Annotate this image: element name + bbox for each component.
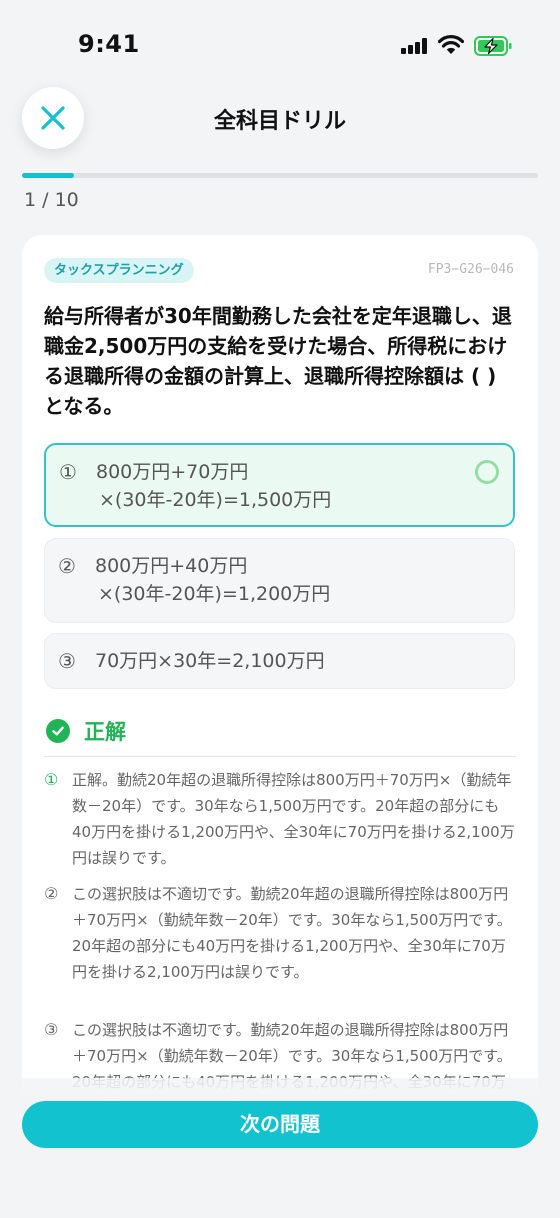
option-line1: 800万円+40万円	[95, 555, 248, 577]
option-line1: 800万円+70万円	[96, 461, 249, 483]
question-card: タックスプランニング FP3−G26−046 給与所得者が30年間勤務した会社を…	[22, 235, 538, 1218]
page-title: 全科目ドリル	[213, 109, 346, 134]
explanation-number: ②	[44, 884, 59, 903]
option-number: ①	[59, 460, 77, 484]
option-2[interactable]: ② 800万円+40万円 ×(30年-20年)=1,200万円	[44, 538, 515, 623]
option-number: ③	[58, 649, 76, 673]
option-text: 800万円+70万円 ×(30年-20年)=1,500万円	[96, 458, 476, 514]
option-text: 70万円×30年=2,100万円	[95, 647, 475, 675]
progress-bar-fill	[22, 173, 74, 178]
option-line2: ×(30年-20年)=1,200万円	[98, 583, 331, 605]
explanation-text: この選択肢は不適切です。勤続20年超の退職所得控除は800万円＋70万円×（勤続…	[72, 885, 512, 981]
explanation-text: 正解。勤続20年超の退職所得控除は800万円＋70万円×（勤続年数－20年）です…	[72, 771, 515, 867]
check-icon	[46, 719, 70, 743]
explanation-number: ③	[44, 1020, 59, 1039]
option-text: 800万円+40万円 ×(30年-20年)=1,200万円	[95, 552, 475, 608]
explanation-number: ①	[44, 770, 59, 789]
next-question-button[interactable]: 次の問題	[22, 1101, 538, 1148]
cellular-signal-icon	[401, 38, 431, 54]
wifi-icon	[438, 35, 464, 54]
question-code: FP3−G26−046	[427, 262, 514, 277]
option-1[interactable]: ① 800万円+70万円 ×(30年-20年)=1,500万円	[44, 443, 515, 527]
status-time: 9:41	[78, 30, 140, 58]
divider	[44, 756, 516, 757]
explanation-1: ① 正解。勤続20年超の退職所得控除は800万円＋70万円×（勤続年数－20年）…	[44, 767, 518, 871]
result-indicator: 正解	[46, 716, 126, 746]
option-3[interactable]: ③ 70万円×30年=2,100万円	[44, 633, 515, 689]
progress-count: 1 / 10	[24, 189, 79, 211]
selected-radio-icon	[475, 460, 499, 484]
result-label: 正解	[84, 720, 126, 744]
bottom-bar	[0, 1078, 560, 1218]
subject-tag: タックスプランニング	[44, 258, 194, 283]
status-bar: 9:41	[0, 0, 560, 90]
question-text: 給与所得者が30年間勤務した会社を定年退職し、退職金2,500万円の支給を受けた…	[44, 304, 512, 418]
explanation-2: ② この選択肢は不適切です。勤続20年超の退職所得控除は800万円＋70万円×（…	[44, 881, 518, 985]
option-number: ②	[58, 554, 76, 578]
option-line2: ×(30年-20年)=1,500万円	[99, 489, 332, 511]
option-line1: 70万円×30年=2,100万円	[95, 650, 325, 672]
progress-bar	[22, 173, 538, 178]
battery-charging-icon	[474, 36, 512, 56]
